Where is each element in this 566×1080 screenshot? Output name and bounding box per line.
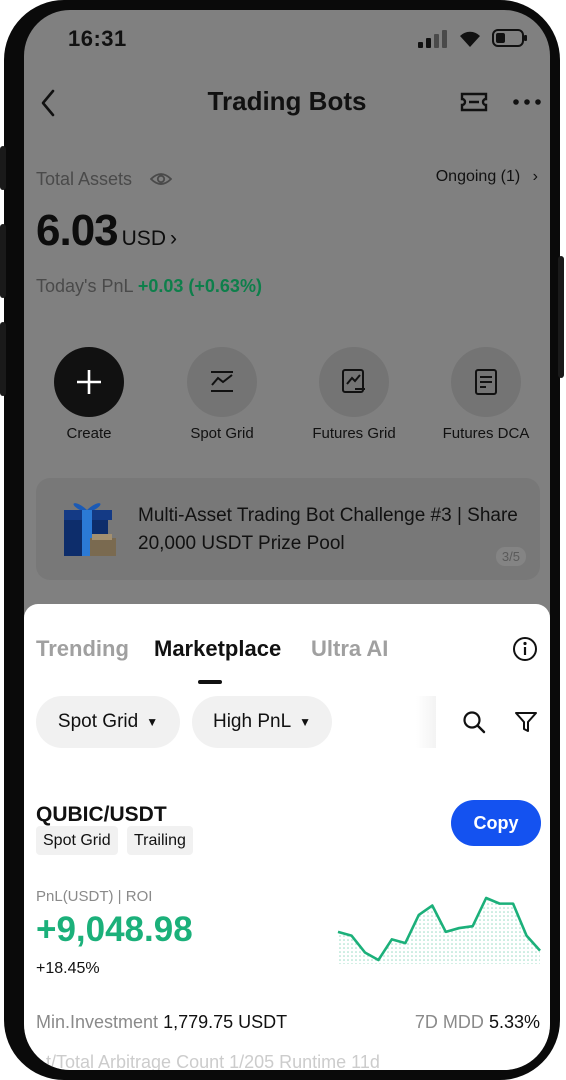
quick-action-label: Futures DCA [442,425,530,442]
bot-type-value: Spot Grid [57,711,139,732]
total-assets-label: Total Assets [36,169,133,189]
pnl-sparkline-chart [337,896,541,964]
futures-dca-icon [451,347,521,417]
bot-roi-value: +18.45% [36,960,100,977]
spot-grid-icon [187,347,257,417]
partial-stats-row: ..t/Total Arbitrage Count 1/205 Runtime … [36,1052,380,1070]
bot-tag: Trailing [127,826,193,855]
todays-pnl-label: Today's PnL [36,276,133,296]
mdd: 7D MDD 5.33% [415,1012,540,1033]
caret-down-icon: ▼ [146,715,159,729]
quick-action-label: Futures Grid [312,425,396,442]
tab-marketplace[interactable]: Marketplace [154,636,281,662]
phone-frame: 16:31 Trading Bots Total Assets Ongoing … [0,0,564,1080]
chevron-right-icon: › [169,227,177,250]
tab-ultra-ai[interactable]: Ultra AI [311,636,388,662]
eye-icon[interactable] [150,171,172,187]
info-icon[interactable] [512,636,538,662]
filter-icon[interactable] [514,710,538,734]
mute-switch [0,146,6,190]
bot-pnl-label: PnL(USDT) | ROI [36,888,153,905]
total-assets-currency: USD [121,227,166,250]
plus-icon [54,347,124,417]
promo-banner[interactable]: Multi-Asset Trading Bot Challenge #3 | S… [36,478,540,580]
marketplace-sheet: Trending Marketplace Ultra AI Spot Grid … [24,604,550,1070]
mdd-value: 5.33% [488,1012,540,1032]
quick-action-futures-grid[interactable]: Futures Grid [299,347,409,442]
total-assets-value[interactable]: 6.03 USD › [36,206,177,256]
quick-action-label: Spot Grid [190,425,254,442]
bot-pnl-value: +9,048.98 [36,910,193,949]
battery-icon [492,29,527,47]
min-investment-value: 1,779.75 USDT [163,1012,288,1032]
tab-trending[interactable]: Trending [36,636,129,662]
ongoing-bots-link[interactable]: Ongoing (1) › [436,168,538,186]
navigation-bar: Trading Bots [24,80,550,124]
total-assets-amount: 6.03 [36,206,119,255]
bot-type-dropdown[interactable]: Spot Grid ▼ [36,696,180,748]
screen: 16:31 Trading Bots Total Assets Ongoing … [24,10,550,1070]
banner-text: Multi-Asset Trading Bot Challenge #3 | S… [138,505,518,554]
caret-down-icon: ▼ [299,715,312,729]
cellular-signal-icon [418,30,447,48]
status-time: 16:31 [68,26,127,51]
quick-action-spot-grid[interactable]: Spot Grid [167,347,277,442]
search-icon[interactable] [462,710,486,734]
banner-page-indicator: 3/5 [495,547,526,566]
min-investment-label: Min.Investment [36,1012,159,1032]
copy-button[interactable]: Copy [451,800,541,846]
bot-pair: QUBIC/USDT [36,803,167,826]
sort-value: High PnL [212,711,292,732]
status-bar: 16:31 [24,10,550,66]
todays-pnl: Today's PnL +0.03 (+0.63%) [36,276,262,297]
chevron-right-icon: › [532,168,538,185]
scroll-fade [416,696,436,748]
quick-action-futures-dca[interactable]: Futures DCA [431,347,541,442]
volume-down-button [0,322,6,396]
futures-grid-icon [319,347,389,417]
active-tab-indicator [198,680,222,684]
gift-box-icon [64,503,116,556]
power-button [558,256,564,378]
mdd-label: 7D MDD [414,1012,484,1032]
quick-action-label: Create [66,425,112,442]
more-options-icon[interactable] [512,98,542,106]
quick-action-create[interactable]: Create [34,347,144,442]
ticket-icon[interactable] [460,90,488,114]
sort-dropdown[interactable]: High PnL ▼ [192,696,332,748]
todays-pnl-value: +0.03 (+0.63%) [137,276,262,296]
ongoing-label: Ongoing (1) [435,168,521,185]
wifi-icon [460,31,480,47]
min-investment: Min.Investment 1,779.75 USDT [36,1012,287,1033]
volume-up-button [0,224,6,298]
bot-tag: Spot Grid [36,826,118,855]
